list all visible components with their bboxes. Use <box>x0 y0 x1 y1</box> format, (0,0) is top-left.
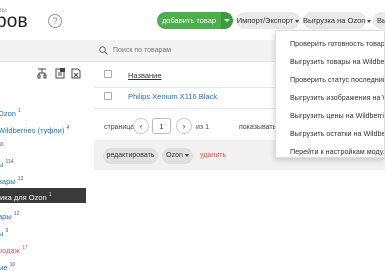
menu-item-check-readiness[interactable]: Проверить готовность товаров <box>290 39 384 48</box>
sidebar-item-label: Wildberries (туфли) <box>0 126 65 135</box>
sidebar-item-3[interactable]: 30 <box>0 138 4 153</box>
import-export-button[interactable]: Импорт/Экспорт <box>236 12 300 29</box>
ozon-export-button[interactable]: Выгрузка на Ozon <box>303 12 372 29</box>
column-header-name[interactable]: Название <box>128 71 162 80</box>
sidebar-item-ozon[interactable]: Ozon 1 <box>0 104 21 119</box>
sidebar-item-ozon-export[interactable]: ика для Ozon 1 <box>0 188 86 203</box>
sidebar-header <box>0 40 86 62</box>
menu-item-export-products[interactable]: Выгрузить товары на Wildberries <box>290 57 384 66</box>
sidebar-item-8[interactable]: ы 9 <box>0 224 8 239</box>
product-name-link[interactable]: Philips Xenium X116 Black <box>128 92 217 101</box>
sidebar-item-wildberries[interactable]: Wildberries (туфли) 4 <box>0 121 69 136</box>
sidebar-item-label: ые <box>0 263 8 271</box>
add-product-dropdown-toggle[interactable] <box>221 12 233 29</box>
sidebar-item-label: ары <box>0 212 12 221</box>
search-input[interactable] <box>113 45 263 56</box>
sidebar-item-count: 30 <box>0 142 4 148</box>
page-number-input[interactable] <box>152 118 171 134</box>
sidebar-item-5[interactable]: вары 13 <box>0 172 23 187</box>
sidebar-item-count: 1 <box>18 108 21 114</box>
sidebar-item-count: 9 <box>5 228 9 234</box>
sidebar-item-count: 13 <box>17 176 24 182</box>
sidebar-item-count: 1 <box>48 192 52 198</box>
import-export-label: Импорт/Экспорт <box>236 16 294 25</box>
wildberries-export-menu: Проверить готовность товаров Выгрузить т… <box>275 30 385 158</box>
export-file-icon[interactable] <box>55 68 65 79</box>
sidebar-header-text: вы <box>0 7 7 14</box>
search-icon <box>99 46 108 55</box>
sidebar-item-sales[interactable]: родаж 17 <box>0 241 27 256</box>
add-product-button[interactable]: добавить товар <box>157 12 221 29</box>
sidebar-item-label: Ozon <box>0 109 16 118</box>
page-title: ров <box>0 11 28 32</box>
chevron-down-icon <box>295 19 300 23</box>
sidebar-item-label: вары <box>0 177 16 186</box>
page-label: страница <box>104 124 135 131</box>
menu-item-export-prices[interactable]: Выгрузить цены на Wildberries <box>290 111 384 120</box>
ozon-export-label: Выгрузка на Ozon <box>303 16 366 25</box>
bulk-edit-button[interactable]: редактировать <box>103 148 158 164</box>
next-page-button[interactable]: › <box>176 118 192 134</box>
sidebar-item-label: ы <box>0 160 4 169</box>
chevron-down-icon <box>367 19 372 23</box>
menu-item-export-stock[interactable]: Выгрузить остатки на Wildberrie <box>290 129 384 138</box>
sidebar-item-label: родаж <box>0 246 20 255</box>
sidebar-item-count: 114 <box>5 159 14 165</box>
sidebar-item-count: 10 <box>9 262 16 268</box>
help-icon[interactable]: ? <box>48 14 62 28</box>
bulk-delete-link[interactable]: удалить <box>200 152 226 159</box>
sidebar-item-count: 12 <box>13 211 20 217</box>
sidebar-item-label: ы <box>0 229 4 238</box>
sidebar-item-count: 17 <box>21 245 28 251</box>
chevron-down-icon <box>184 153 189 157</box>
menu-item-check-status[interactable]: Проверить статус последний вы <box>290 75 384 84</box>
sidebar-item-10[interactable]: ые 10 <box>0 258 15 271</box>
page-count-label: из 1 <box>196 124 209 131</box>
row-checkbox[interactable] <box>104 92 112 100</box>
wildberries-export-button[interactable]: Вы <box>373 12 385 29</box>
sidebar-item-label: ика для Ozon <box>0 193 47 202</box>
sidebar-item-count: 4 <box>66 125 70 131</box>
sidebar-item-7[interactable]: ары 12 <box>0 207 19 222</box>
sidebar-item-4[interactable]: ы 114 <box>0 155 13 170</box>
menu-item-module-settings[interactable]: Перейти к настройкам модуля W <box>290 147 384 156</box>
bulk-ozon-button[interactable]: Ozon <box>162 148 193 164</box>
bulk-ozon-label: Ozon <box>166 152 183 159</box>
prev-page-button[interactable]: ‹ <box>133 118 149 134</box>
delete-file-icon[interactable] <box>71 68 81 79</box>
menu-item-export-images[interactable]: Выгрузить изображения на Wildb <box>290 93 384 102</box>
folder-tree-icon[interactable] <box>37 68 47 79</box>
select-all-checkbox[interactable] <box>104 70 112 78</box>
